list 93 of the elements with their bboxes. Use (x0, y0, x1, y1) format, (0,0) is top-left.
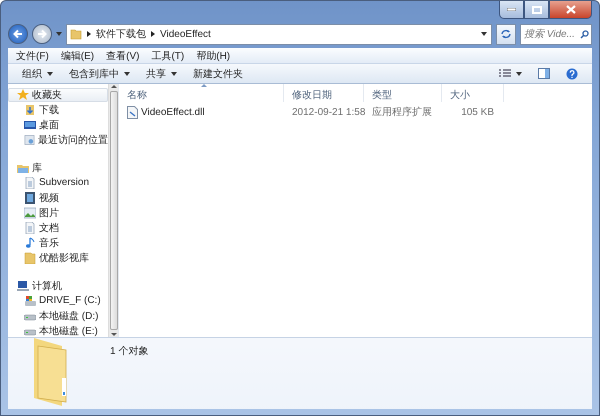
breadcrumb[interactable]: VideoEffect (160, 28, 211, 40)
table-cell-text: 2012-09-21 1:58 (291, 106, 364, 118)
toolbar-button[interactable]: 新建文件夹 (185, 66, 251, 80)
caret-icon (47, 72, 53, 76)
toolbar-button[interactable]: 包含到库中 (61, 66, 138, 80)
menu-item[interactable]: 编辑(E) (54, 48, 100, 62)
list-view-icon (499, 68, 511, 78)
chevron-right-icon (151, 31, 155, 37)
nav-item-label: 桌面 (39, 118, 59, 132)
folder-icon (70, 28, 82, 40)
nav-group-label: 计算机 (32, 280, 62, 293)
toolbar-button[interactable]: 共享 (138, 66, 185, 80)
nav-item-label: DRIVE_F (C:) (39, 295, 101, 306)
search-icon (580, 30, 589, 38)
address-bar[interactable]: 软件下载包 VideoEffect (66, 24, 492, 44)
minimize-icon (507, 8, 516, 11)
status-text: 1 个对象 (110, 344, 148, 359)
system-drive-icon (24, 294, 36, 306)
forward-button[interactable] (32, 24, 52, 44)
maximize-icon (532, 6, 542, 14)
computer-icon (17, 280, 29, 292)
nav-item-label: 下载 (39, 104, 59, 116)
nav-item-label: 优酷影视库 (39, 252, 89, 264)
caret-icon (481, 32, 487, 36)
picture-icon (24, 206, 36, 218)
nav-item[interactable]: 本地磁盘 (D:) (8, 308, 108, 323)
refresh-icon (500, 29, 512, 39)
arrow-left-icon (13, 29, 23, 39)
close-button[interactable] (549, 1, 592, 19)
nav-group-label: 库 (32, 162, 42, 175)
document-icon (24, 176, 36, 188)
menu-item[interactable]: 工具(T) (145, 48, 190, 62)
menu-item[interactable]: 查看(V) (100, 48, 146, 62)
sort-arrow-icon (201, 84, 207, 87)
help-icon (566, 68, 578, 80)
nav-group[interactable]: 收藏夹 (8, 88, 108, 102)
breadcrumb[interactable]: 软件下载包 (96, 27, 146, 41)
recent-places-icon (24, 134, 35, 146)
nav-item-label: Subversion (39, 177, 90, 188)
menu-item[interactable]: 文件(F) (10, 48, 55, 62)
nav-item-label: 本地磁盘 (D:) (39, 310, 98, 322)
monitor-icon (24, 118, 36, 130)
nav-group[interactable]: 计算机 (8, 279, 108, 293)
back-button[interactable] (8, 24, 28, 44)
nav-item[interactable]: 下载 (8, 102, 108, 117)
refresh-button[interactable] (496, 24, 516, 44)
column-header[interactable]: 大小 (442, 84, 504, 102)
download-icon (24, 104, 36, 116)
caret-icon (171, 72, 177, 76)
close-icon (566, 5, 576, 14)
column-header[interactable]: 修改日期 (284, 84, 364, 102)
nav-item[interactable]: 优酷影视库 (8, 250, 108, 265)
document-icon (24, 222, 36, 234)
chevron-right-icon (87, 31, 91, 37)
nav-item[interactable]: 桌面 (8, 117, 108, 132)
nav-item[interactable]: 音乐 (8, 235, 108, 250)
column-header[interactable]: 名称 (119, 84, 284, 102)
table-cell: VideoEffect.dll (119, 106, 284, 118)
toolbar-button[interactable]: 组织 (14, 66, 61, 80)
nav-item-label: 图片 (39, 206, 59, 220)
music-note-icon (24, 236, 36, 248)
caret-icon (56, 32, 62, 36)
search-field[interactable]: 搜索 Vide... (520, 24, 592, 44)
minimize-button[interactable] (499, 1, 524, 19)
column-header[interactable]: 类型 (364, 84, 442, 102)
nav-item-label: 本地磁盘 (E:) (39, 324, 98, 337)
table-cell-text: 105 KB (460, 106, 495, 118)
caret-icon (516, 72, 522, 76)
nav-item[interactable]: DRIVE_F (C:) (8, 293, 108, 308)
nav-group-label: 收藏夹 (32, 88, 62, 102)
nav-item-label: 最近访问的位置 (38, 134, 108, 146)
nav-item[interactable]: 图片 (8, 205, 108, 220)
caret-icon (124, 72, 130, 76)
file-icon (127, 106, 138, 118)
nav-group[interactable]: 库 (8, 161, 108, 175)
nav-item-label: 视频 (39, 192, 59, 204)
maximize-button[interactable] (524, 1, 549, 19)
library-icon (17, 162, 29, 174)
nav-item-label: 音乐 (39, 236, 59, 250)
nav-item-label: 文档 (39, 222, 59, 234)
preview-pane-icon (538, 68, 550, 79)
nav-item[interactable]: 本地磁盘 (E:) (8, 323, 108, 337)
nav-item[interactable]: 文档 (8, 220, 108, 235)
nav-item[interactable]: 视频 (8, 190, 108, 205)
scrollbar[interactable] (108, 84, 118, 337)
arrow-right-icon (37, 29, 47, 39)
film-icon (24, 192, 36, 204)
nav-item[interactable]: Subversion (8, 175, 108, 190)
table-cell-text: 应用程序扩展 (371, 106, 433, 119)
nav-item[interactable]: 最近访问的位置 (8, 132, 108, 147)
folder-icon (24, 252, 36, 264)
star-icon (17, 89, 29, 101)
menu-item[interactable]: 帮助(H) (190, 48, 236, 62)
